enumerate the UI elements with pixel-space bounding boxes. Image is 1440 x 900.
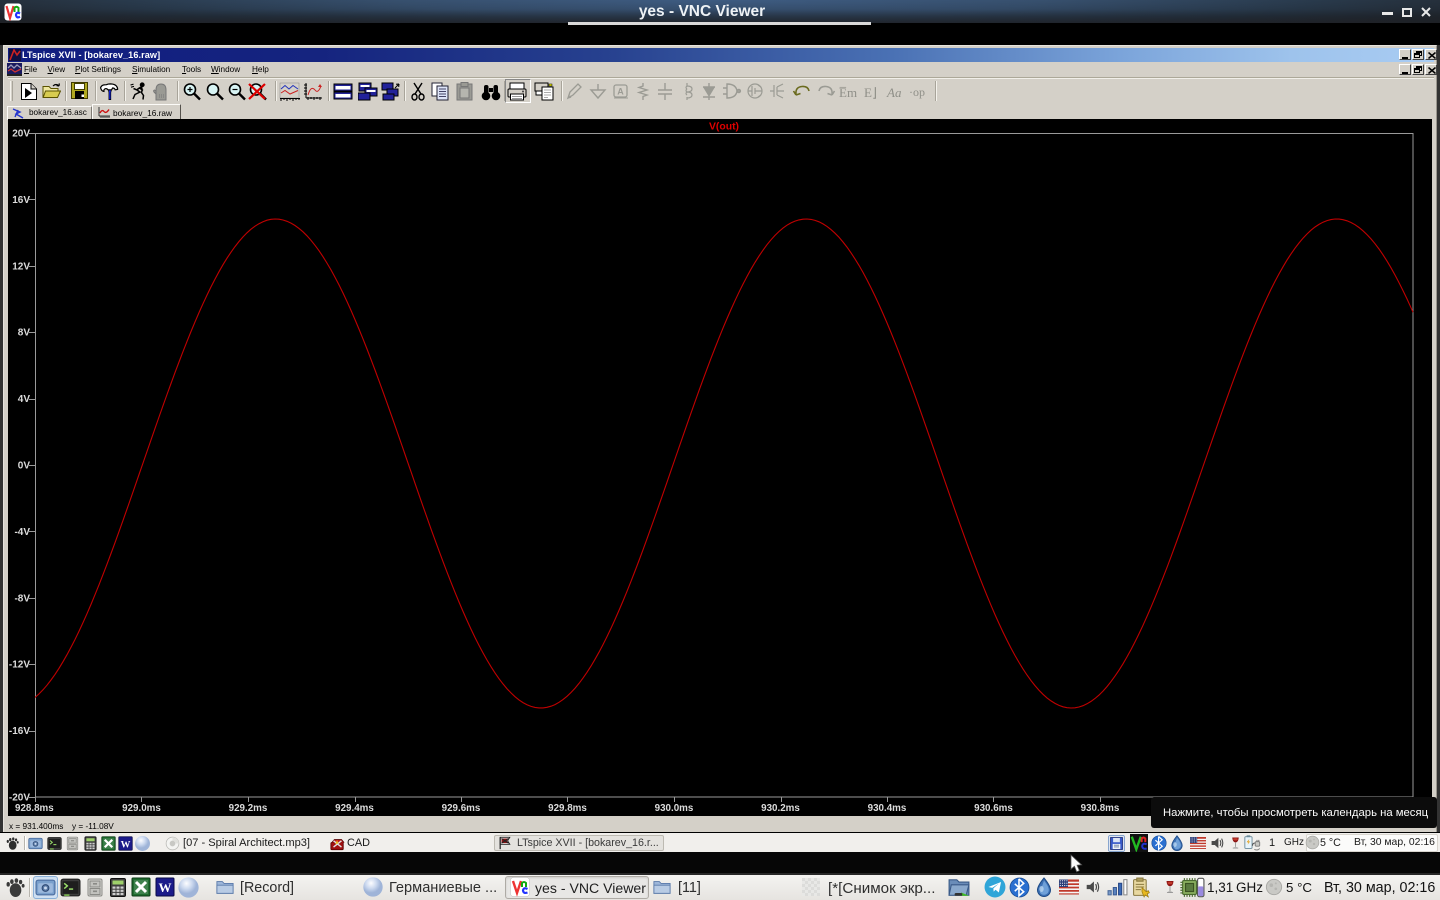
svg-text:930.4ms: 930.4ms <box>868 803 907 814</box>
svg-text:A: A <box>617 87 624 97</box>
svg-text:-12V: -12V <box>9 660 30 671</box>
svg-text:930.0ms: 930.0ms <box>655 803 694 814</box>
svg-text:-16V: -16V <box>9 726 30 737</box>
svg-text:0V: 0V <box>18 461 31 472</box>
svg-text:12V: 12V <box>12 261 30 272</box>
svg-text:929.0ms: 929.0ms <box>122 803 161 814</box>
svg-text:V(out): V(out) <box>709 122 739 133</box>
svg-text:928.8ms: 928.8ms <box>15 803 54 814</box>
svg-text:W: W <box>159 880 172 895</box>
svg-text:-20V: -20V <box>9 793 30 804</box>
svg-text:8V: 8V <box>18 328 31 339</box>
svg-text:-4V: -4V <box>14 527 30 538</box>
svg-text:929.4ms: 929.4ms <box>335 803 374 814</box>
svg-text:929.2ms: 929.2ms <box>229 803 268 814</box>
svg-text:20V: 20V <box>12 129 30 140</box>
svg-text:930.8ms: 930.8ms <box>1081 803 1120 814</box>
svg-text:16V: 16V <box>12 195 30 206</box>
svg-text:929.6ms: 929.6ms <box>442 803 481 814</box>
svg-text:930.2ms: 930.2ms <box>761 803 800 814</box>
svg-text:W: W <box>121 839 131 850</box>
svg-text:-8V: -8V <box>14 593 30 604</box>
svg-text:930.6ms: 930.6ms <box>974 803 1013 814</box>
svg-text:4V: 4V <box>18 394 31 405</box>
svg-text:929.8ms: 929.8ms <box>548 803 587 814</box>
